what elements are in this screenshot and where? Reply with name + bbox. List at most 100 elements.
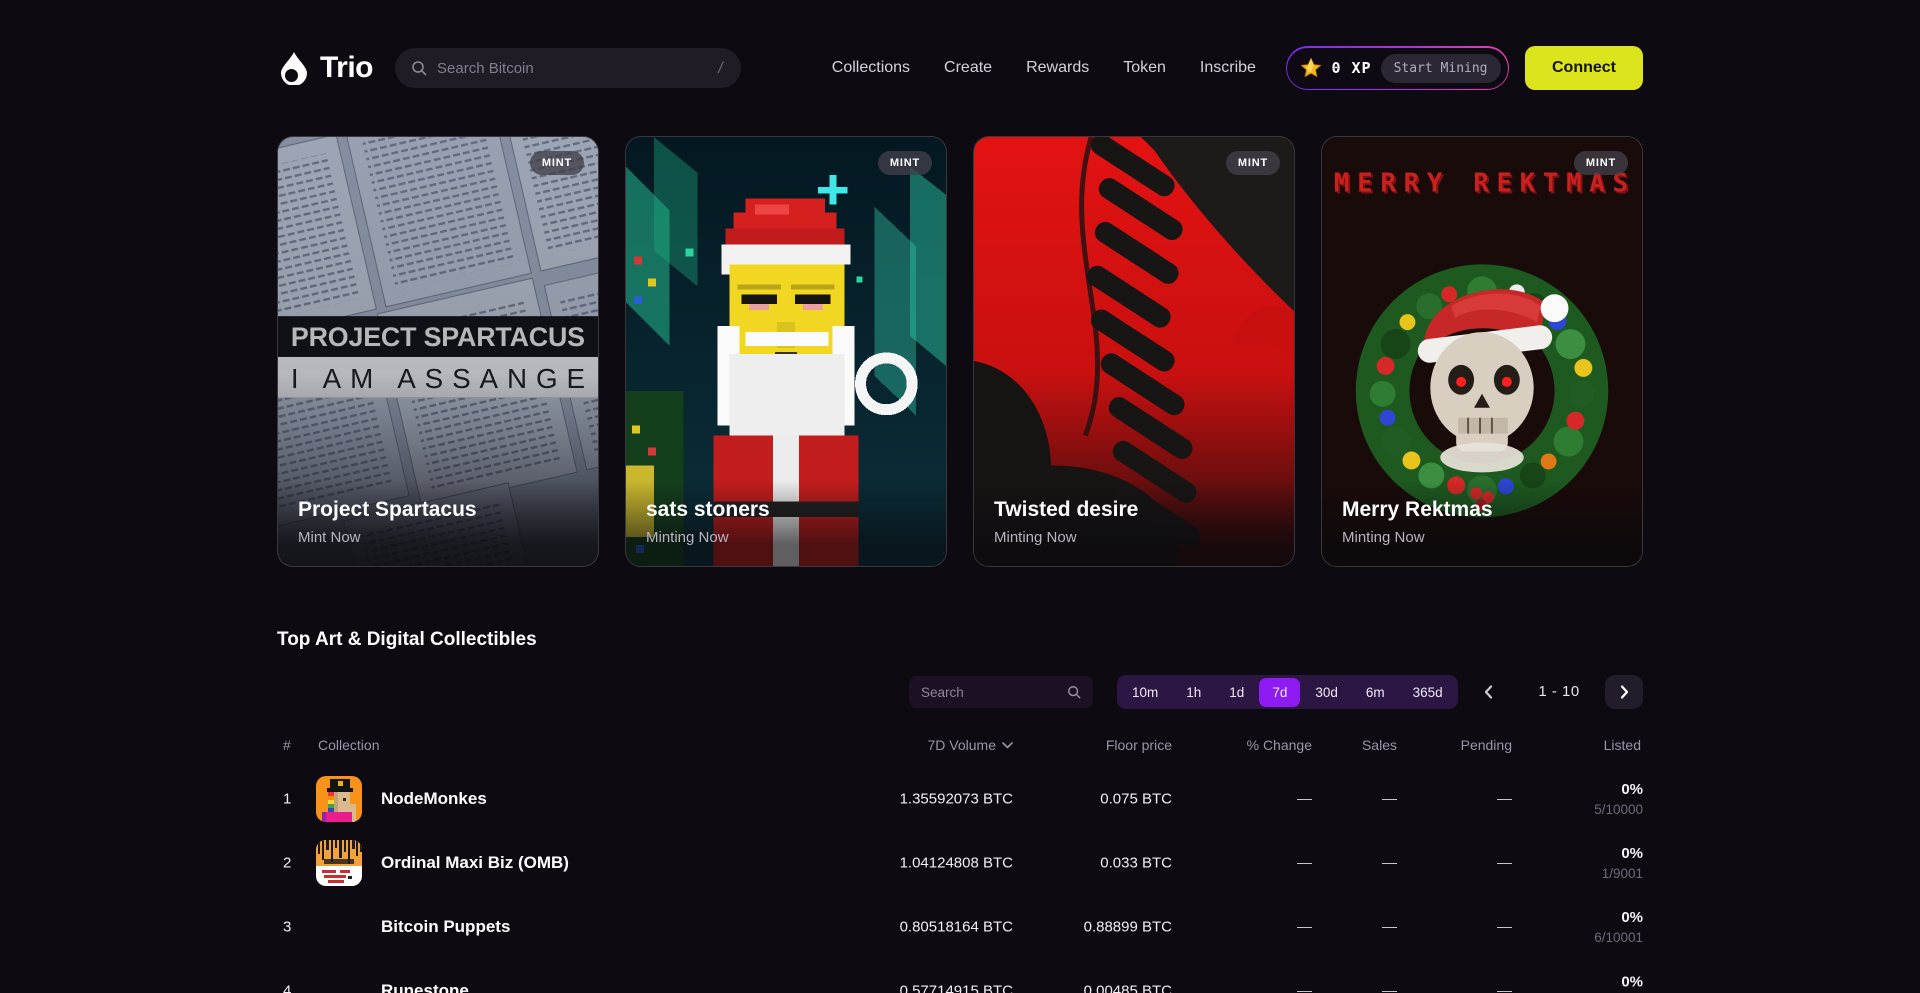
search-icon (1067, 685, 1081, 699)
xp-pill: 0 XP Start Mining (1286, 46, 1509, 90)
collection-thumbnail (316, 968, 362, 993)
nav-link-rewards[interactable]: Rewards (1026, 59, 1089, 77)
featured-card-merry-rektmas[interactable]: MERRY REKTMAS MERRY REKTMAS (1321, 136, 1643, 567)
row-listed: 0% 6/10001 (1594, 909, 1643, 945)
column-header-floor: Floor price (1106, 737, 1172, 753)
nav-link-token[interactable]: Token (1123, 59, 1166, 77)
row-listed-percent: 0% (1621, 974, 1643, 991)
featured-mints-row: PROJECT SPARTACUS I AM ASSANGE MINT Proj… (277, 136, 1643, 567)
row-listed-fraction: 1/9001 (1602, 866, 1643, 881)
time-filter-10m[interactable]: 10m (1119, 678, 1171, 707)
card-status: Minting Now (646, 529, 926, 546)
top-navigation-bar: Trio / Collections Create Rewards Token Insc… (277, 46, 1643, 90)
row-listed: 0% 5/10000 (1594, 781, 1643, 817)
card-title: Merry Rektmas (1342, 498, 1622, 522)
column-header-listed: Listed (1604, 737, 1641, 753)
card-caption: Merry Rektmas Minting Now (1322, 480, 1642, 566)
row-volume: 1.04124808 BTC (900, 855, 1013, 872)
row-sales: — (1382, 791, 1397, 808)
pagination-prev-button[interactable] (1480, 683, 1498, 706)
row-sales: — (1382, 919, 1397, 936)
time-filter-30d[interactable]: 30d (1302, 678, 1351, 707)
nav-link-create[interactable]: Create (944, 59, 992, 77)
mint-badge: MINT (1574, 151, 1628, 175)
table-row[interactable]: 3 Bitcoin Puppets 0.80518164 BTC 0.88899… (277, 895, 1643, 959)
start-mining-button[interactable]: Start Mining (1381, 54, 1501, 83)
row-pending: — (1497, 983, 1512, 993)
pagination-next-button[interactable] (1605, 675, 1643, 709)
table-row[interactable]: 4 Runestone 0.57714915 BTC 0.00485 BTC —… (277, 959, 1643, 993)
table-controls: 10m1h1d7d30d6m365d 1 - 10 (277, 675, 1643, 709)
connect-wallet-button[interactable]: Connect (1525, 46, 1643, 90)
column-header-rank: # (283, 737, 291, 753)
chevron-down-icon (1002, 742, 1013, 749)
collection-thumbnail (316, 904, 362, 950)
collection-search-bar[interactable] (909, 676, 1093, 708)
row-percent-change: — (1297, 919, 1312, 936)
nodemonkes-thumbnail-art (316, 776, 362, 822)
search-shortcut-hint: / (717, 60, 725, 76)
row-floor-price: 0.00485 BTC (1084, 983, 1172, 993)
collection-thumbnail (316, 840, 362, 886)
card-caption: Project Spartacus Mint Now (278, 480, 598, 566)
row-pending: — (1497, 791, 1512, 808)
time-filter-1d[interactable]: 1d (1216, 678, 1257, 707)
table-row[interactable]: 2 Ordinal Maxi Biz (OMB) 1.04124808 BTC (277, 831, 1643, 895)
mint-badge: MINT (530, 151, 584, 175)
column-header-pending: Pending (1461, 737, 1512, 753)
row-rank: 3 (283, 919, 291, 936)
collection-search-input[interactable] (921, 685, 1067, 700)
time-filter-365d[interactable]: 365d (1400, 678, 1456, 707)
mint-badge: MINT (1226, 151, 1280, 175)
nav-link-collections[interactable]: Collections (832, 59, 910, 77)
row-sales: — (1382, 855, 1397, 872)
row-pending: — (1497, 919, 1512, 936)
row-rank: 2 (283, 855, 291, 872)
chevron-left-icon (1480, 683, 1498, 701)
collection-thumbnail (316, 776, 362, 822)
main-nav: Collections Create Rewards Token Inscribe (832, 59, 1256, 77)
featured-card-sats-stoners[interactable]: MINT sats stoners Minting Now (625, 136, 947, 567)
card-caption: Twisted desire Minting Now (974, 480, 1294, 566)
row-percent-change: — (1297, 791, 1312, 808)
row-listed-fraction: 5/10000 (1594, 802, 1643, 817)
card-title: Project Spartacus (298, 498, 578, 522)
global-search-bar[interactable]: / (395, 48, 741, 88)
chevron-right-icon (1615, 683, 1633, 701)
collection-name: NodeMonkes (381, 789, 487, 809)
column-header-collection: Collection (318, 737, 379, 753)
card-caption: sats stoners Minting Now (626, 480, 946, 566)
time-filter-6m[interactable]: 6m (1353, 678, 1398, 707)
featured-card-project-spartacus[interactable]: PROJECT SPARTACUS I AM ASSANGE MINT Proj… (277, 136, 599, 567)
trio-logo-icon (277, 51, 311, 85)
column-header-sales: Sales (1362, 737, 1397, 753)
row-listed-percent: 0% (1594, 909, 1643, 926)
time-filter-1h[interactable]: 1h (1173, 678, 1214, 707)
column-header-change: % Change (1247, 737, 1312, 753)
brand-name: Trio (320, 51, 373, 85)
row-listed-fraction: 6/10001 (1594, 930, 1643, 945)
row-floor-price: 0.88899 BTC (1084, 919, 1172, 936)
card-title: Twisted desire (994, 498, 1274, 522)
featured-card-twisted-desire[interactable]: MINT Twisted desire Minting Now (973, 136, 1295, 567)
global-search-input[interactable] (437, 60, 707, 77)
trio-logo[interactable]: Trio (277, 51, 373, 85)
time-filter-7d[interactable]: 7d (1259, 678, 1300, 707)
collections-table-body: 1 NodeMonkes 1.35592073 BTC 0.075 BTC — … (277, 767, 1643, 993)
row-sales: — (1382, 983, 1397, 993)
row-floor-price: 0.075 BTC (1100, 791, 1172, 808)
table-header-row: # Collection 7D Volume Floor price % Cha… (277, 737, 1643, 755)
nav-link-inscribe[interactable]: Inscribe (1200, 59, 1256, 77)
column-header-volume[interactable]: 7D Volume (928, 737, 1013, 753)
time-filter-group: 10m1h1d7d30d6m365d (1117, 675, 1458, 709)
row-listed-percent: 0% (1594, 781, 1643, 798)
collection-name: Ordinal Maxi Biz (OMB) (381, 853, 569, 873)
row-listed: 0% 1/9001 (1602, 845, 1643, 881)
row-percent-change: — (1297, 983, 1312, 993)
search-icon (411, 60, 427, 76)
star-icon (1300, 57, 1322, 79)
collection-name: Bitcoin Puppets (381, 917, 510, 937)
section-heading: Top Art & Digital Collectibles (277, 629, 1643, 651)
table-row[interactable]: 1 NodeMonkes 1.35592073 BTC 0.075 BTC — … (277, 767, 1643, 831)
row-rank: 4 (283, 983, 291, 993)
